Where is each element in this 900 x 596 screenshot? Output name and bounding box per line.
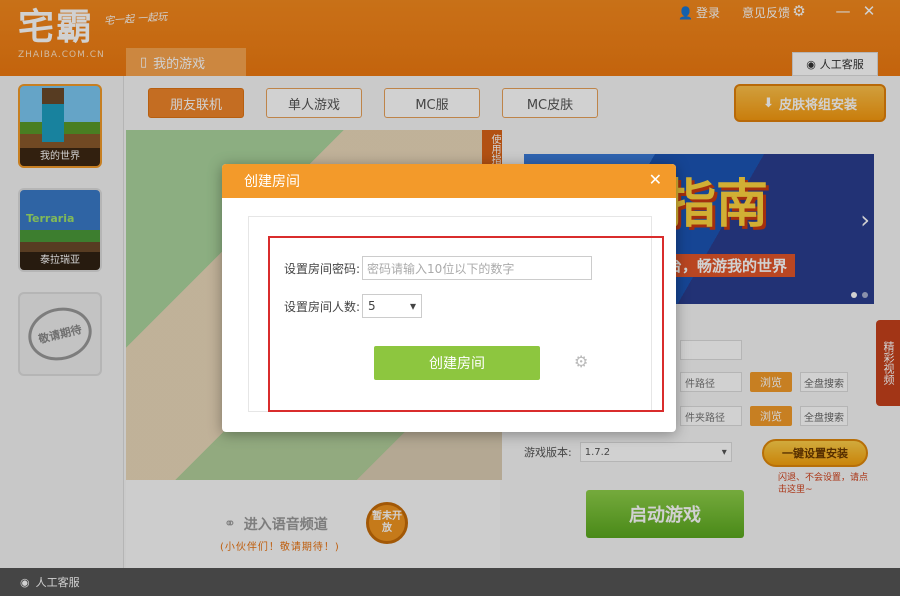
chevron-down-icon: ▾: [410, 299, 417, 313]
close-icon[interactable]: ✕: [649, 170, 662, 189]
password-row: 设置房间密码: 密码请输入10位以下的数字: [284, 256, 593, 280]
create-room-button[interactable]: 创建房间: [374, 346, 540, 380]
room-size-select[interactable]: 5 ▾: [362, 294, 423, 318]
create-room-dialog: 创建房间 ✕ 设置房间密码: 密码请输入10位以下的数字 设置房间人数: 5 ▾…: [222, 164, 676, 432]
count-row: 设置房间人数: 5 ▾: [284, 294, 423, 318]
room-password-input[interactable]: 密码请输入10位以下的数字: [362, 256, 593, 280]
dialog-header: 创建房间: [222, 164, 676, 198]
gear-icon: ⚙: [574, 352, 589, 371]
password-placeholder: 密码请输入10位以下的数字: [367, 261, 515, 276]
password-label: 设置房间密码:: [284, 261, 361, 276]
count-label: 设置房间人数:: [284, 299, 361, 314]
room-size-value: 5: [368, 299, 376, 313]
dialog-title: 创建房间: [244, 174, 300, 190]
